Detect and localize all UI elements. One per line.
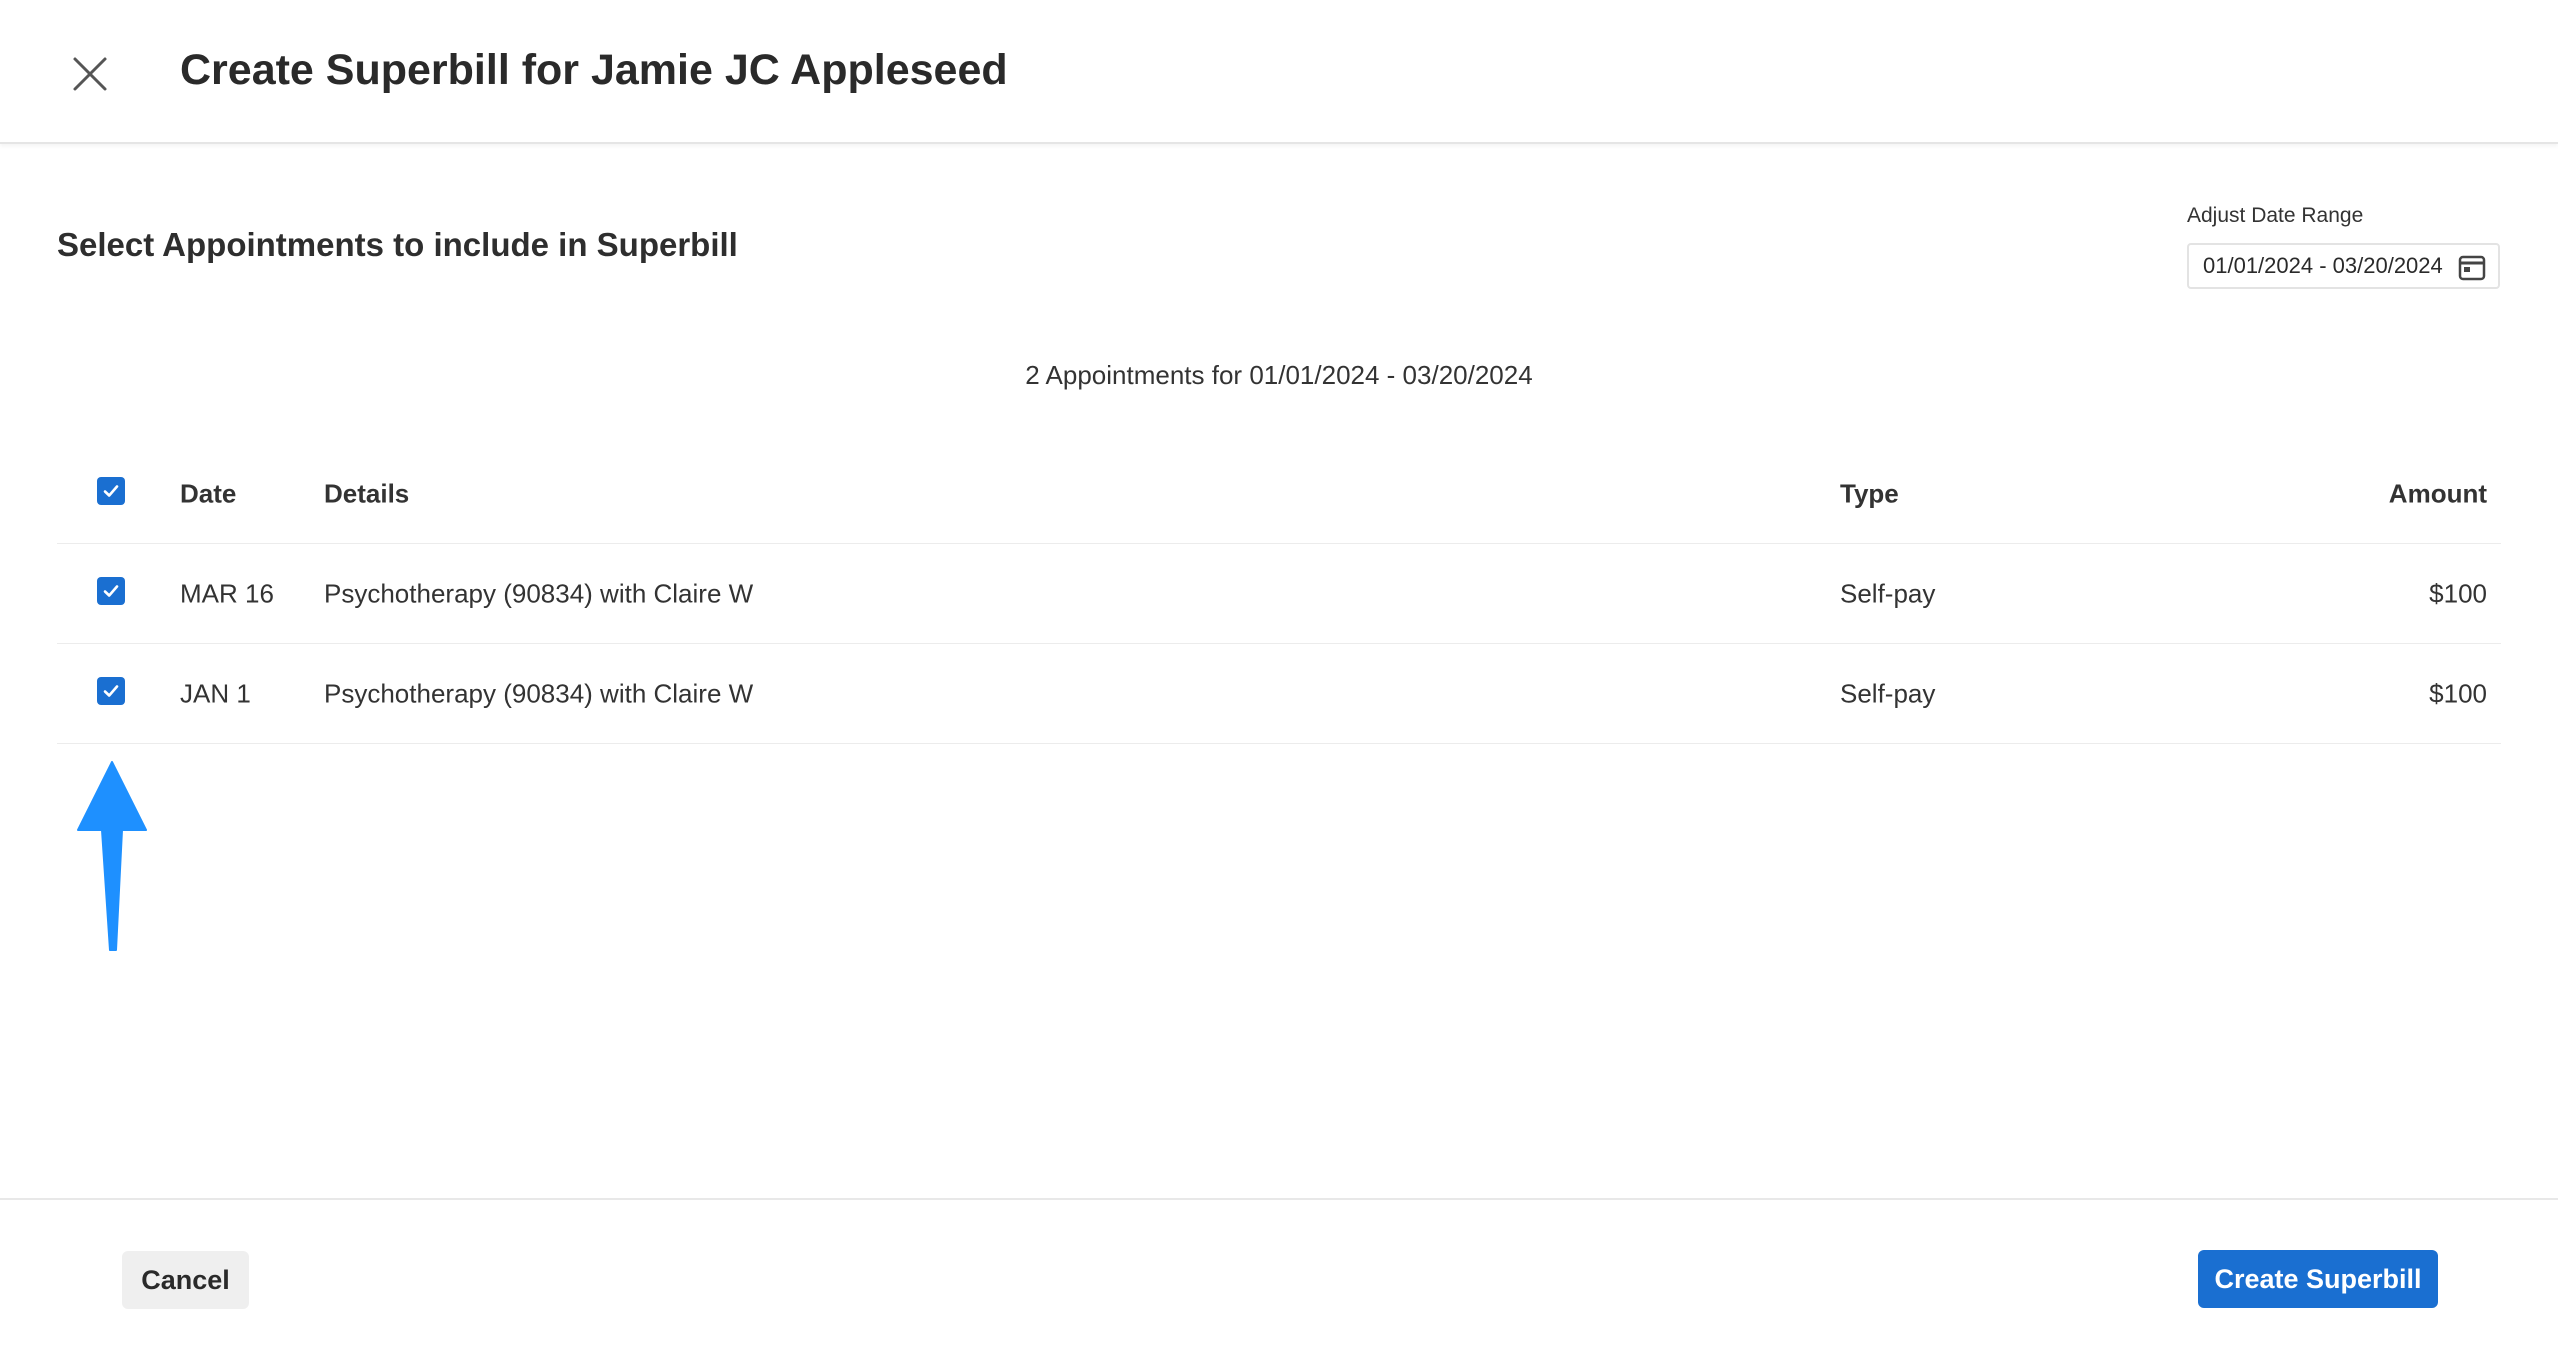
column-header-date: Date bbox=[180, 478, 237, 508]
row-checkbox[interactable] bbox=[97, 676, 125, 705]
date-range-input[interactable]: 01/01/2024 - 03/20/2024 bbox=[2187, 243, 2500, 289]
select-all-checkbox-cell[interactable] bbox=[97, 476, 125, 505]
column-header-amount: Amount bbox=[2388, 478, 2487, 508]
row-checkbox[interactable] bbox=[97, 576, 125, 605]
arrow-up-icon bbox=[77, 761, 147, 951]
row-type: Self-pay bbox=[1840, 578, 1936, 608]
date-range-value: 01/01/2024 - 03/20/2024 bbox=[2203, 253, 2443, 278]
create-superbill-button[interactable]: Create Superbill bbox=[2198, 1250, 2438, 1308]
check-icon bbox=[103, 484, 119, 497]
cancel-button[interactable]: Cancel bbox=[122, 1251, 249, 1309]
row-details: Psychotherapy (90834) with Claire W bbox=[324, 578, 754, 608]
table-header-row: Date Details Type Amount bbox=[57, 444, 2501, 544]
table-row[interactable]: MAR 16 Psychotherapy (90834) with Claire… bbox=[57, 544, 2501, 644]
close-button[interactable] bbox=[64, 48, 116, 100]
row-date: JAN 1 bbox=[180, 678, 251, 708]
footer-divider bbox=[0, 1198, 2558, 1200]
column-header-type: Type bbox=[1840, 478, 1899, 508]
table-row[interactable]: JAN 1 Psychotherapy (90834) with Claire … bbox=[57, 644, 2501, 744]
close-icon bbox=[73, 57, 107, 91]
appointments-table: Date Details Type Amount MAR 16 Psychoth… bbox=[57, 444, 2501, 744]
calendar-icon[interactable] bbox=[2458, 254, 2486, 282]
check-icon bbox=[103, 584, 119, 597]
appointments-summary: 2 Appointments for 01/01/2024 - 03/20/20… bbox=[1025, 360, 1533, 390]
row-checkbox-cell[interactable] bbox=[97, 676, 125, 705]
row-date: MAR 16 bbox=[180, 578, 274, 608]
row-type: Self-pay bbox=[1840, 678, 1936, 708]
row-details: Psychotherapy (90834) with Claire W bbox=[324, 678, 754, 708]
column-header-details: Details bbox=[324, 478, 410, 508]
page-title: Create Superbill for Jamie JC Appleseed bbox=[180, 46, 1008, 94]
check-icon bbox=[103, 684, 119, 697]
row-checkbox-cell[interactable] bbox=[97, 576, 125, 605]
dialog-header: Create Superbill for Jamie JC Appleseed bbox=[0, 0, 2558, 144]
select-all-checkbox[interactable] bbox=[97, 476, 125, 505]
section-title: Select Appointments to include in Superb… bbox=[57, 226, 738, 263]
date-range-label: Adjust Date Range bbox=[2187, 204, 2364, 227]
row-amount: $100 bbox=[2429, 678, 2487, 708]
row-amount: $100 bbox=[2429, 578, 2487, 608]
